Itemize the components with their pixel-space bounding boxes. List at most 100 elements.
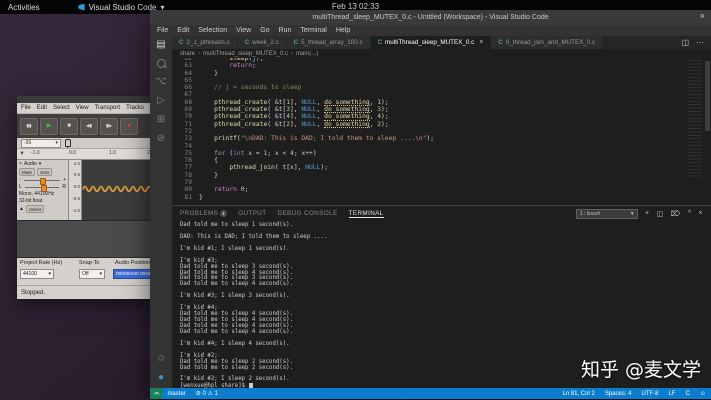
- profile-icon[interactable]: ●: [158, 373, 164, 383]
- close-tab-icon[interactable]: ×: [479, 39, 483, 46]
- code-editor[interactable]: 62 sleep(j);63 return;64 }6566 // j = se…: [172, 58, 711, 205]
- editor-actions: ◫⋯: [674, 36, 711, 49]
- eol-status[interactable]: LF: [664, 391, 681, 397]
- editor-tab[interactable]: C6_thread_join_and_MUTEX_0.c: [491, 36, 603, 49]
- indentation-status[interactable]: Spaces: 4: [600, 391, 637, 397]
- kill-terminal-icon[interactable]: ⌦: [671, 210, 681, 218]
- audacity-menu-item-edit[interactable]: Edit: [37, 105, 47, 111]
- track-close-icon[interactable]: ×: [19, 161, 22, 167]
- menu-item-view[interactable]: View: [236, 27, 251, 34]
- audacity-menu-item-select[interactable]: Select: [53, 105, 70, 111]
- code-line: 79: [172, 179, 689, 186]
- code-token: NULL: [305, 164, 320, 171]
- skip-to-end-button[interactable]: ▮▶: [100, 118, 118, 135]
- editor-tab[interactable]: Cweek_2.c: [238, 36, 287, 49]
- menu-item-edit[interactable]: Edit: [177, 27, 189, 34]
- menu-item-file[interactable]: File: [157, 27, 168, 34]
- new-terminal-icon[interactable]: +: [645, 210, 650, 217]
- account-icon[interactable]: ☺: [156, 354, 166, 364]
- audacity-titlebar[interactable]: [17, 96, 155, 103]
- code-line: 78 }: [172, 172, 689, 179]
- project-rate-dropdown[interactable]: 44100▾: [20, 269, 54, 279]
- menu-item-run[interactable]: Run: [279, 27, 292, 34]
- scale-tick-label: 0.0: [74, 184, 80, 189]
- audacity-menu-item-file[interactable]: File: [21, 105, 31, 111]
- menu-item-help[interactable]: Help: [336, 27, 350, 34]
- shell-name: 1: bash: [580, 211, 601, 217]
- breadcrumb-segment[interactable]: main(...): [296, 51, 318, 57]
- gain-slider[interactable]: [24, 180, 60, 181]
- encoding-status[interactable]: UTF-8: [637, 391, 664, 397]
- timeline-ruler[interactable]: ▼ -1.00.01.02.0: [17, 149, 155, 160]
- collapse-track-icon[interactable]: ▲: [19, 206, 24, 212]
- audio-position-field[interactable]: 00h00m00.000s: [113, 269, 152, 279]
- feedback-status[interactable]: ☺: [695, 391, 711, 397]
- recording-level-dropdown[interactable]: -36 ▾: [21, 139, 61, 148]
- breadcrumb[interactable]: share›multiThread_sleep_MUTEX_0.c›main(.…: [172, 49, 711, 58]
- minimap[interactable]: [688, 60, 702, 178]
- pan-slider[interactable]: [25, 187, 60, 188]
- code-token: [199, 113, 214, 120]
- menu-item-selection[interactable]: Selection: [198, 27, 227, 34]
- gain-knob[interactable]: [40, 178, 46, 185]
- audacity-menu-item-view[interactable]: View: [76, 105, 89, 111]
- panel-tab-debug-console[interactable]: DEBUG CONSOLE: [278, 210, 338, 217]
- solo-button[interactable]: Solo: [37, 168, 52, 176]
- remote-explorer-icon[interactable]: ⊘: [157, 134, 165, 144]
- problems-status[interactable]: ⊘ 0 ⚠ 1: [191, 390, 223, 397]
- panel-tab-output[interactable]: OUTPUT: [238, 210, 266, 217]
- run-debug-icon[interactable]: ▷: [157, 96, 165, 106]
- code-token: ,: [317, 99, 325, 106]
- breadcrumb-segment[interactable]: share: [180, 51, 195, 57]
- cursor-position-status[interactable]: Ln 81, Col 2: [557, 391, 599, 397]
- code-token: pthread_create: [214, 121, 267, 128]
- snap-to-dropdown[interactable]: Off▾: [79, 269, 105, 279]
- stop-button[interactable]: ■: [60, 118, 78, 135]
- microphone-icon[interactable]: [65, 139, 71, 147]
- split-terminal-icon[interactable]: ◫: [656, 210, 663, 218]
- explorer-icon[interactable]: ▤: [156, 40, 165, 50]
- terminal-shell-dropdown[interactable]: 1: bash ▾: [576, 209, 638, 219]
- close-panel-icon[interactable]: ×: [699, 210, 704, 217]
- waveform-area[interactable]: [82, 160, 155, 220]
- vscode-titlebar[interactable]: multiThread_sleep_MUTEX_0.c - Untitled (…: [150, 10, 711, 25]
- mute-button[interactable]: Mute: [19, 168, 35, 176]
- menu-item-terminal[interactable]: Terminal: [300, 27, 326, 34]
- record-button[interactable]: ●: [120, 118, 138, 135]
- editor-tab[interactable]: C5_thread_array_100.c: [287, 36, 371, 49]
- audacity-menu-item-tracks[interactable]: Tracks: [126, 105, 144, 111]
- select-track-button[interactable]: Select: [26, 205, 45, 213]
- pan-knob[interactable]: [41, 185, 47, 192]
- skip-to-start-button[interactable]: ◀▮: [80, 118, 98, 135]
- menu-item-go[interactable]: Go: [260, 27, 269, 34]
- track-menu-caret-icon[interactable]: ▾: [39, 161, 42, 167]
- remote-indicator[interactable]: ><: [150, 388, 162, 399]
- branch-status[interactable]: master: [162, 391, 190, 397]
- editor-tab[interactable]: CmultiThread_sleep_MUTEX_0.c×: [371, 36, 492, 49]
- editor-scrollbar[interactable]: [704, 58, 711, 205]
- track-title[interactable]: Audio: [24, 161, 37, 167]
- more-actions-icon[interactable]: ⋯: [696, 38, 704, 47]
- panel-tab-problems[interactable]: PROBLEMS1: [180, 210, 227, 217]
- pause-button[interactable]: ▮▮: [20, 118, 38, 135]
- code-token: [199, 164, 229, 171]
- code-token: ++): [305, 150, 316, 157]
- code-token: }: [199, 172, 218, 179]
- audacity-menu-item-transport[interactable]: Transport: [95, 105, 120, 111]
- code-line: 72: [172, 128, 689, 135]
- code-token: // j = seconds to sleep: [214, 84, 301, 91]
- source-control-icon[interactable]: ⌥: [155, 77, 167, 87]
- split-editor-icon[interactable]: ◫: [681, 38, 689, 47]
- window-close-icon[interactable]: ×: [700, 11, 705, 21]
- search-icon[interactable]: [157, 59, 166, 68]
- extensions-icon[interactable]: ⊞: [157, 115, 165, 125]
- scrollbar-thumb[interactable]: [705, 61, 710, 131]
- breadcrumb-segment[interactable]: multiThread_sleep_MUTEX_0.c: [203, 51, 288, 57]
- maximize-panel-icon[interactable]: ^: [688, 210, 692, 217]
- activities-button[interactable]: Activities: [8, 3, 40, 12]
- editor-tab[interactable]: C2_1_pthreads.c: [172, 36, 238, 49]
- panel-tab-terminal[interactable]: TERMINAL: [349, 210, 384, 217]
- code-token: {: [199, 157, 218, 164]
- language-status[interactable]: C: [681, 391, 695, 397]
- play-button[interactable]: ▶: [40, 118, 58, 135]
